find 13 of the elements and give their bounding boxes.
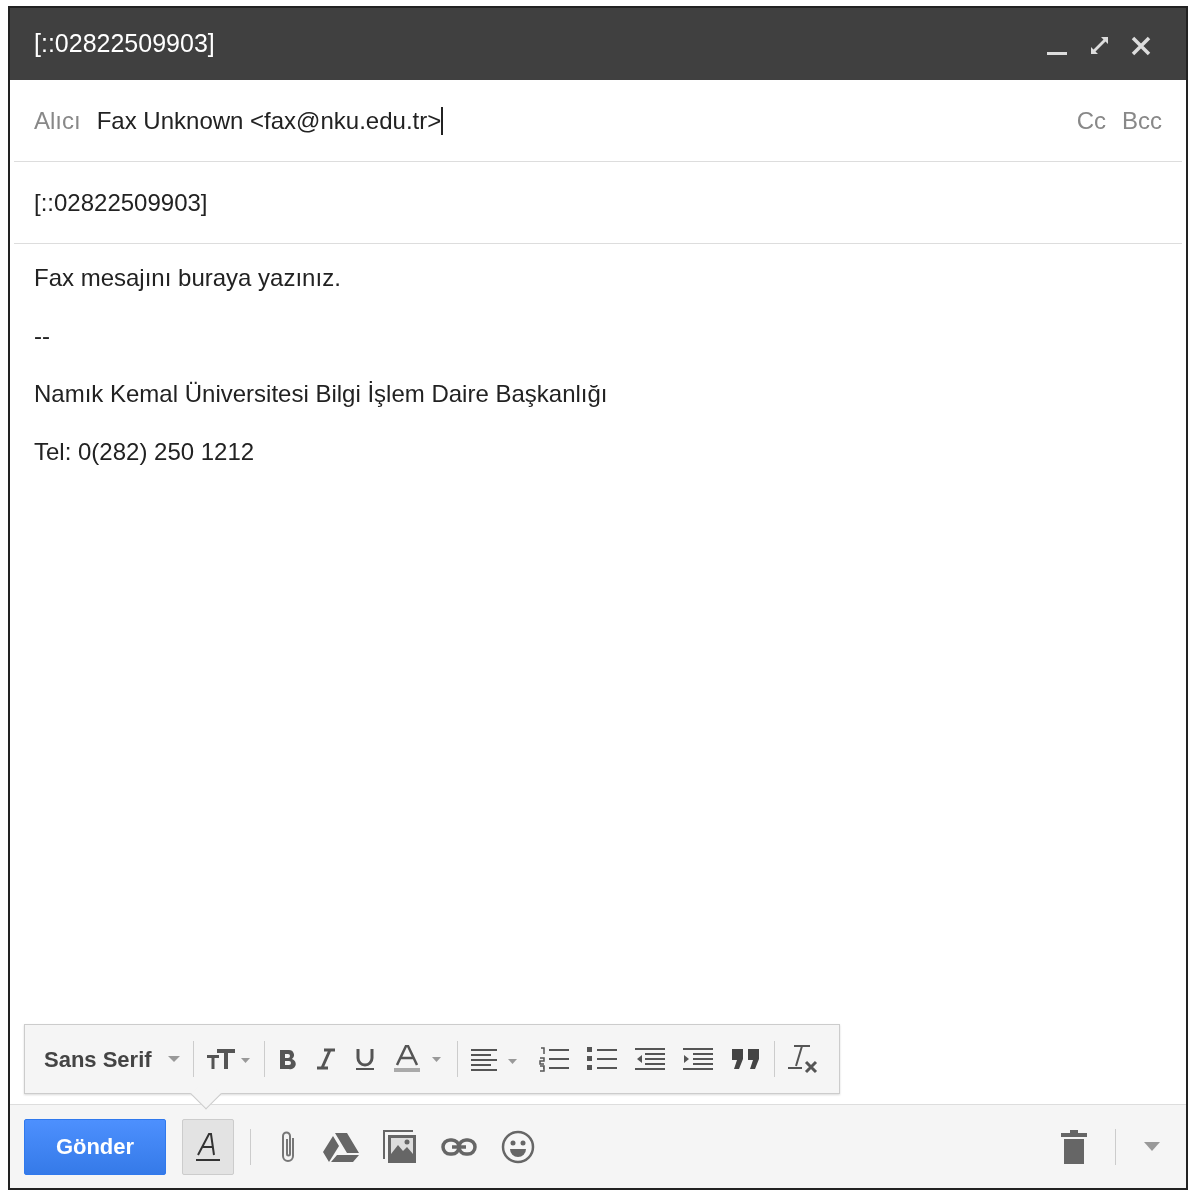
send-button[interactable]: Gönder <box>24 1118 166 1175</box>
font-dropdown[interactable]: Sans Serif <box>35 1037 189 1081</box>
message-body[interactable]: Fax mesajını buraya yazınız. -- Namık Kemal Üniversitesi Bilgi İşlem Daire Başkanlığı Tel: 0(282) 250 1212 <box>34 264 1162 466</box>
bcc-link[interactable]: Bcc <box>1122 102 1162 139</box>
text-format-icon <box>195 1131 221 1162</box>
formatting-toggle-button[interactable] <box>182 1118 234 1175</box>
recipient-field[interactable]: Fax Unknown <fax@nku.edu.tr> <box>96 102 442 139</box>
cc-link[interactable]: Cc <box>1076 102 1106 139</box>
text-cursor <box>441 106 444 135</box>
to-label: Alıcı <box>34 105 81 136</box>
caret-icon <box>167 1055 180 1063</box>
subject-field[interactable]: [::02822509903] <box>34 184 208 221</box>
window-title: [::02822509903] <box>34 28 215 60</box>
